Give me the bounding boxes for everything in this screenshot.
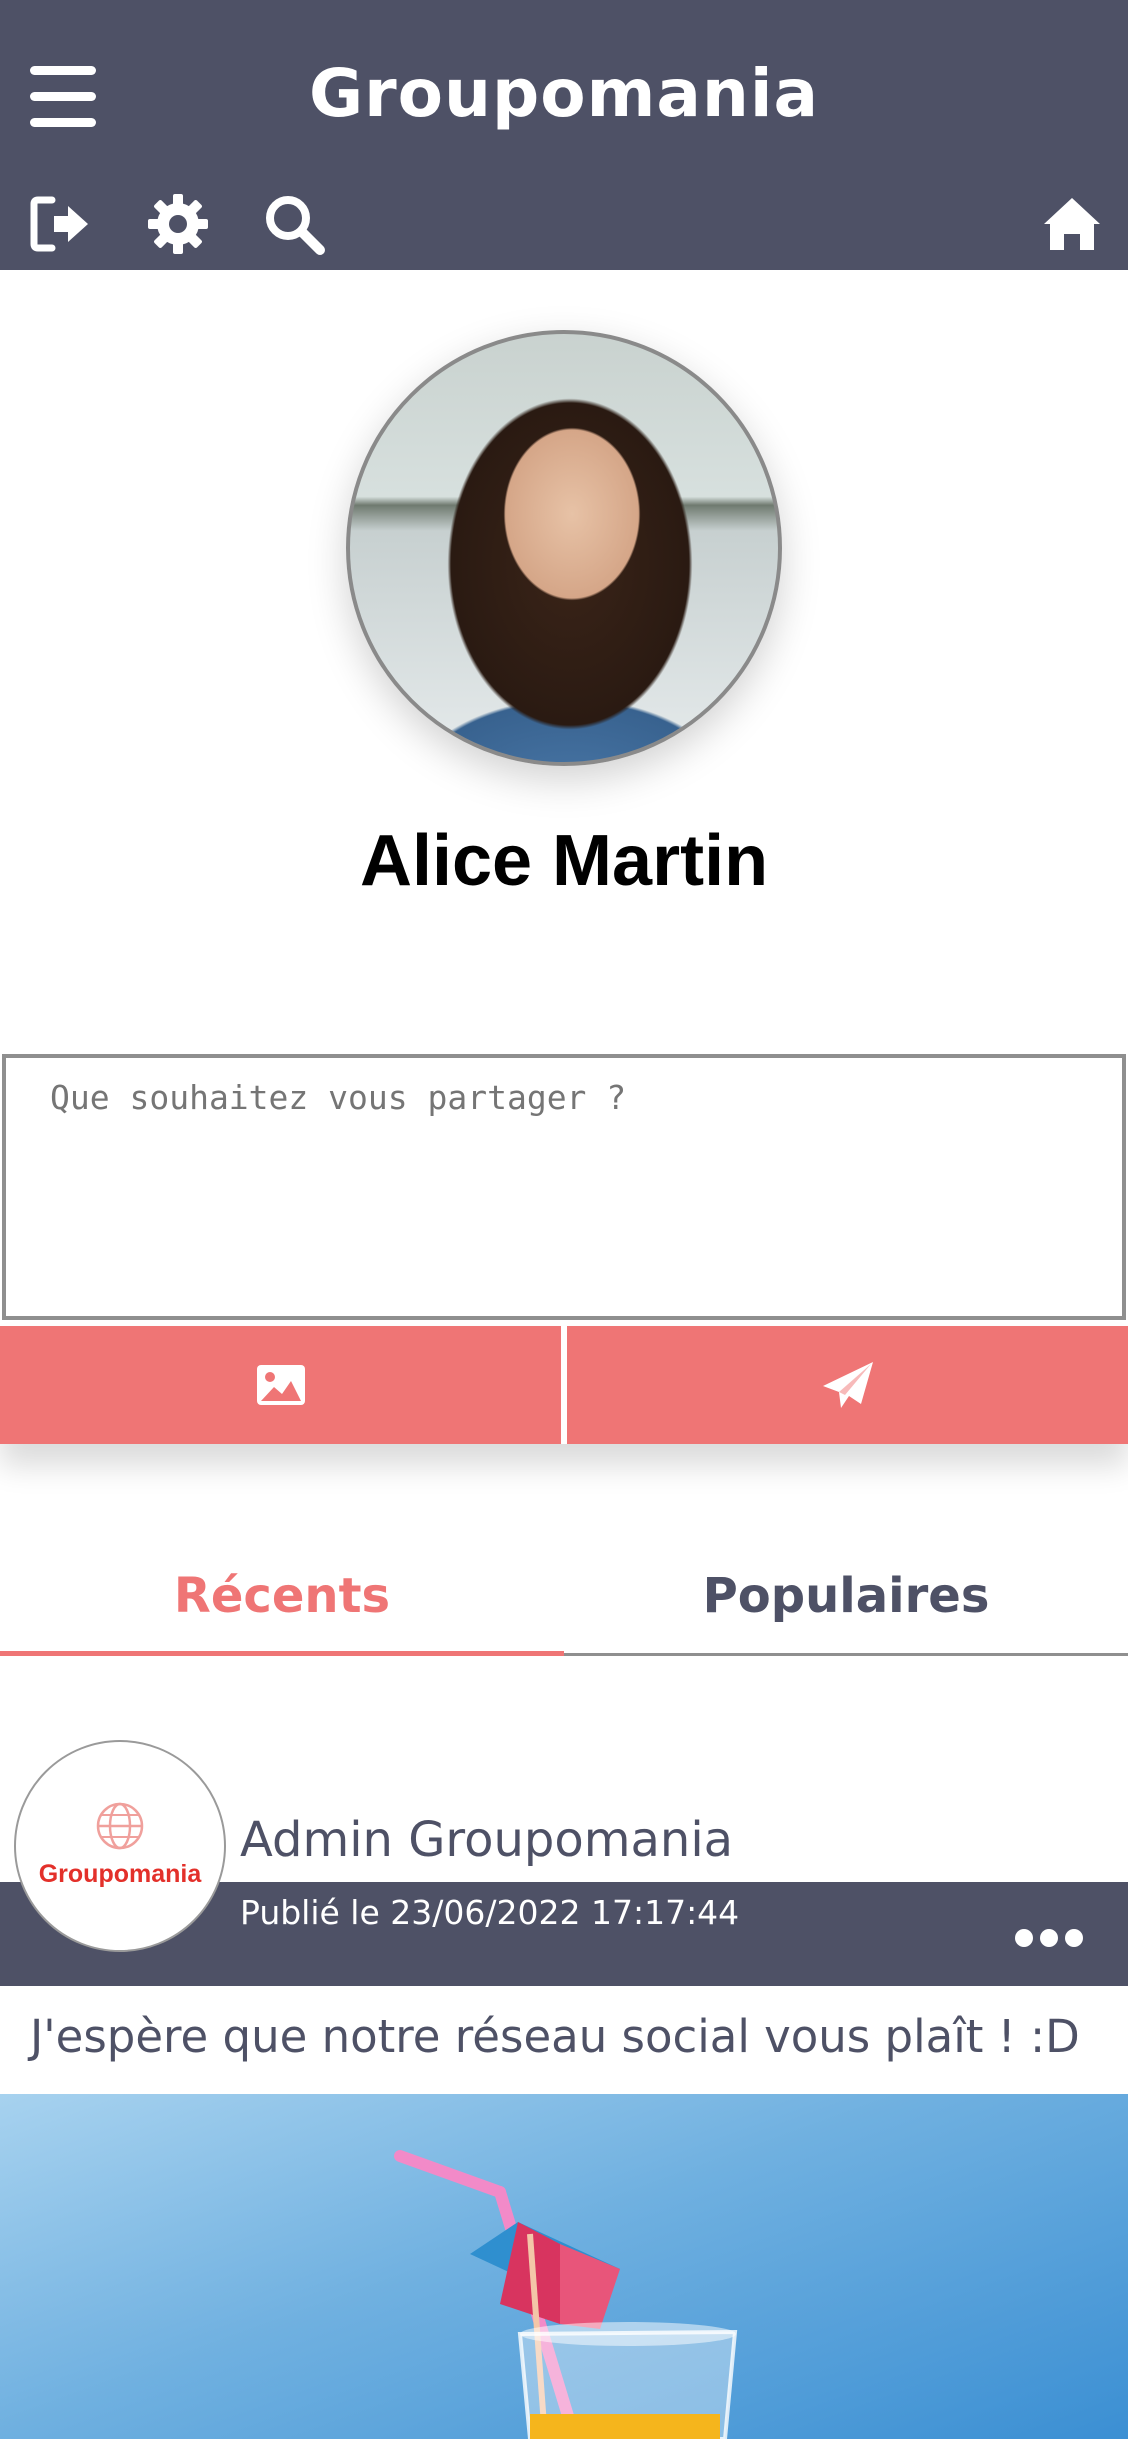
logout-icon[interactable] — [28, 192, 92, 256]
composer-actions — [0, 1326, 1128, 1444]
post-date: Publié le 23/06/2022 17:17:44 — [240, 1893, 740, 1932]
gear-icon[interactable] — [146, 192, 210, 256]
app-header: Groupomania — [0, 0, 1128, 270]
search-icon[interactable] — [262, 192, 326, 256]
cocktail-photo — [394, 2150, 738, 2439]
add-image-button[interactable] — [0, 1326, 561, 1444]
post-author-avatar: Groupomania — [14, 1740, 226, 1952]
post-author: Admin Groupomania — [240, 1812, 734, 1868]
image-icon — [256, 1365, 305, 1405]
app-title: Groupomania — [308, 55, 820, 132]
tab-recents[interactable]: Récents — [0, 1560, 564, 1656]
post-image — [0, 2094, 1128, 2439]
tab-populaires[interactable]: Populaires — [564, 1560, 1128, 1656]
profile-avatar — [346, 330, 782, 766]
globe-icon — [96, 1802, 144, 1850]
paper-plane-icon — [822, 1362, 873, 1408]
post-text: J'espère que notre réseau social vous pl… — [30, 2010, 1080, 2063]
profile-name: Alice Martin — [359, 821, 769, 901]
post-input[interactable] — [2, 1054, 1126, 1320]
avatar-brand-text: Groupomania — [38, 1860, 202, 1888]
ellipsis-icon[interactable] — [1015, 1926, 1083, 1952]
send-post-button[interactable] — [567, 1326, 1128, 1444]
home-icon[interactable] — [1040, 192, 1104, 256]
